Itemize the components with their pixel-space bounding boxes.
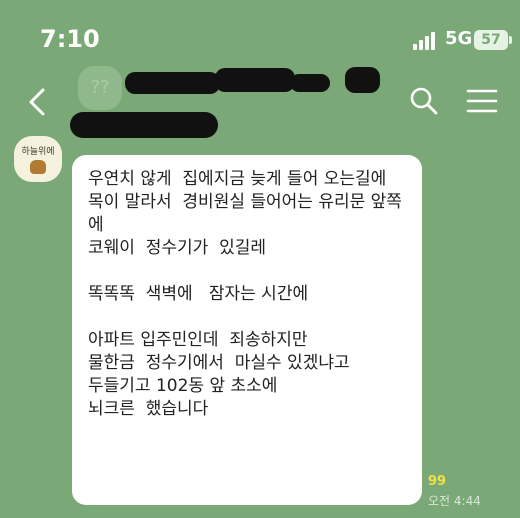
battery-level: 57 <box>481 32 501 48</box>
search-icon[interactable] <box>409 86 439 116</box>
message-timestamp: 오전 4:44 <box>428 494 481 508</box>
sender-avatar-label: 하늘위에 <box>21 147 55 157</box>
unread-count: 99 <box>428 474 447 489</box>
network-type: 5G <box>445 28 473 49</box>
chat-avatar-text: ?? <box>90 77 110 98</box>
sender-avatar[interactable]: 하늘위에 <box>14 136 62 182</box>
signal-icon <box>413 32 439 50</box>
battery-icon: 57 <box>474 30 512 50</box>
status-time: 7:10 <box>40 25 100 53</box>
status-bar: 7:10 5G 57 <box>0 0 520 70</box>
chevron-left-icon[interactable] <box>18 82 58 122</box>
bear-icon <box>30 160 46 174</box>
chat-avatar[interactable]: ?? <box>78 66 122 110</box>
message-text: 우연치 않게 집에지금 늦게 들어 오는길에 목이 말라서 경비원실 들어어는 … <box>88 169 402 419</box>
hamburger-menu-icon[interactable] <box>466 88 498 114</box>
redaction-mark <box>70 112 218 138</box>
